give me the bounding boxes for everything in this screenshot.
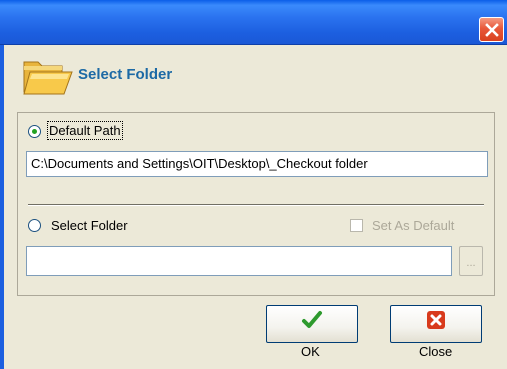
select-folder-path-field[interactable] [26, 246, 452, 276]
radio-selected-dot [32, 129, 37, 134]
window-left-border [0, 45, 4, 369]
close-label[interactable]: Close [419, 344, 452, 359]
dialog-title: Select Folder [78, 66, 173, 83]
path-options-group: Default Path C:\Documents and Settings\O… [17, 112, 495, 296]
red-x-icon [427, 311, 445, 329]
default-path-label[interactable]: Default Path [47, 121, 123, 140]
set-as-default-label: Set As Default [372, 218, 455, 233]
ok-label[interactable]: OK [301, 344, 320, 359]
green-checkmark-icon [302, 311, 322, 328]
close-x-icon [484, 22, 499, 37]
open-folder-icon [23, 61, 73, 95]
window-close-button[interactable] [479, 17, 504, 42]
select-folder-radio[interactable] [28, 219, 41, 232]
browse-button[interactable]: ... [459, 246, 483, 276]
select-folder-dialog: Select Folder Default Path C:\Documents … [0, 0, 507, 369]
default-path-field[interactable]: C:\Documents and Settings\OIT\Desktop\_C… [26, 151, 488, 177]
close-button[interactable] [390, 305, 482, 343]
select-folder-label[interactable]: Select Folder [51, 218, 128, 233]
browse-label: ... [466, 257, 476, 269]
ok-button[interactable] [266, 305, 358, 343]
default-path-value: C:\Documents and Settings\OIT\Desktop\_C… [31, 156, 368, 171]
group-separator [28, 204, 484, 206]
title-bar[interactable] [0, 0, 507, 45]
set-as-default-checkbox[interactable] [350, 219, 363, 232]
default-path-radio[interactable] [28, 125, 41, 138]
